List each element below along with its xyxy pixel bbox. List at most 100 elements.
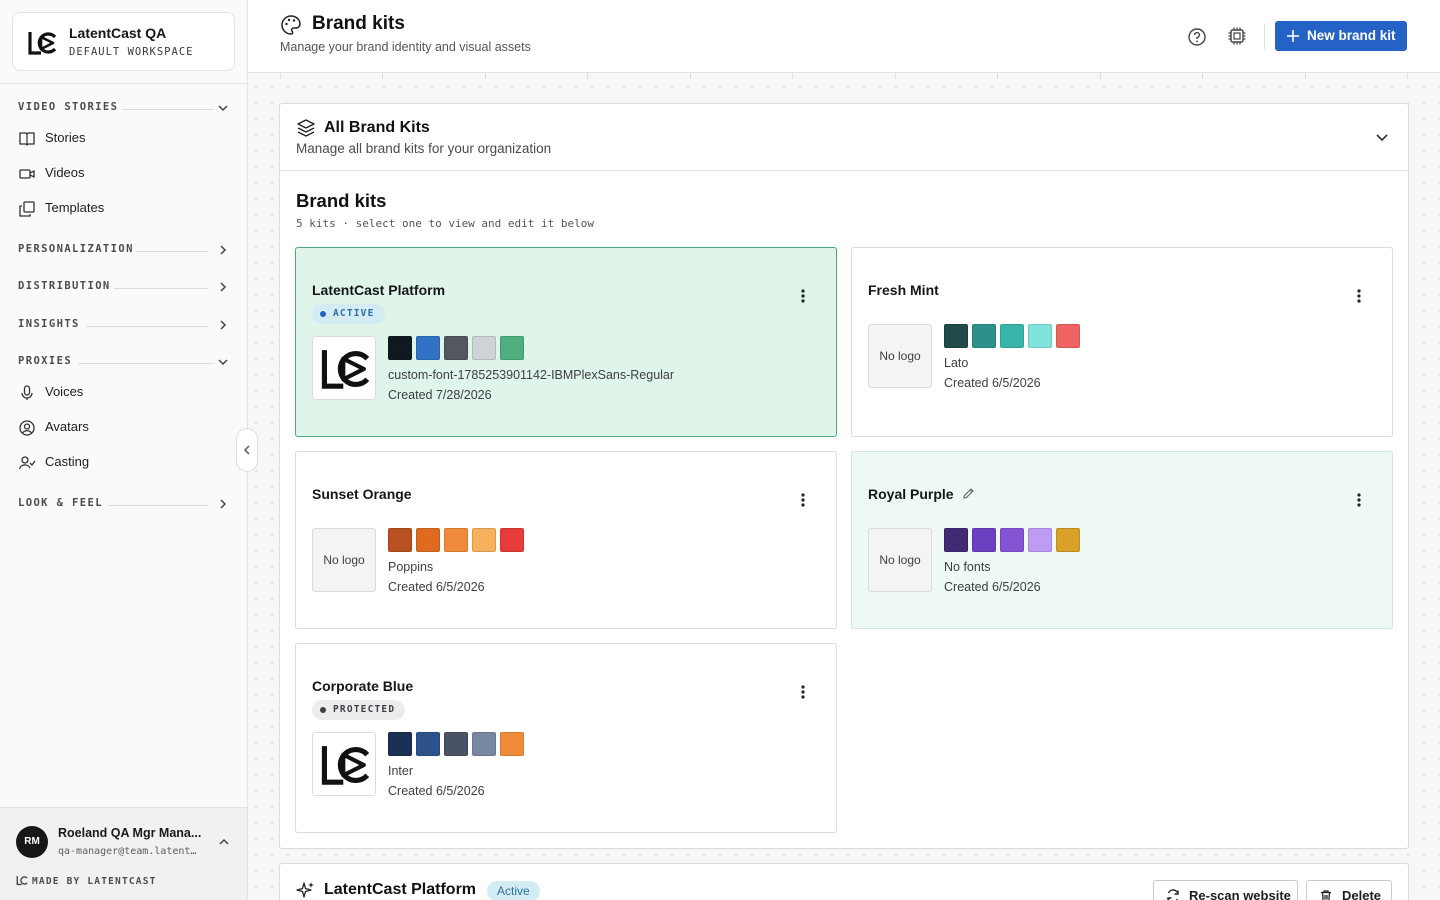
color-swatch[interactable] xyxy=(388,528,412,552)
book-icon xyxy=(19,132,35,146)
color-swatch[interactable] xyxy=(472,528,496,552)
all-brand-kits-panel: All Brand Kits Manage all brand kits for… xyxy=(279,103,1409,849)
latentcast-logo-icon xyxy=(321,746,370,785)
color-swatch[interactable] xyxy=(1000,324,1024,348)
color-swatch[interactable] xyxy=(444,528,468,552)
brand-kit-card[interactable]: Sunset Orange No logo Poppins Created 6/… xyxy=(295,451,837,629)
pencil-icon[interactable] xyxy=(962,487,975,500)
section-personalization[interactable]: PERSONALIZATION xyxy=(18,243,230,259)
help-icon[interactable] xyxy=(1187,27,1207,47)
delete-button[interactable]: Delete xyxy=(1306,880,1392,900)
layers-icon xyxy=(297,119,315,137)
sidebar-item-voices[interactable]: Voices xyxy=(18,380,230,406)
section-proxies[interactable]: PROXIES xyxy=(18,355,230,371)
brand-kit-name: Royal Purple xyxy=(868,486,954,502)
section-look-and-feel[interactable]: LOOK & FEEL xyxy=(18,497,230,513)
brand-kit-name-row: Royal Purple xyxy=(868,486,975,502)
sidebar-item-label: Templates xyxy=(45,200,105,215)
brand-kit-logo-placeholder: No logo xyxy=(312,528,376,592)
brand-kit-detail-panel: LatentCast Platform Active Re-scan websi… xyxy=(279,863,1409,900)
brand-kit-font: custom-font-1785253901142-IBMPlexSans-Re… xyxy=(388,368,675,382)
avatar: RM xyxy=(16,826,48,858)
sidebar-item-label: Videos xyxy=(45,165,85,180)
rescan-label: Re-scan website xyxy=(1189,888,1291,900)
brand-kit-card[interactable]: Royal Purple No logo No fonts Created 6/… xyxy=(851,451,1393,629)
brand-kit-logo-placeholder: No logo xyxy=(868,528,932,592)
chevron-right-icon xyxy=(220,245,227,255)
chevron-down-icon[interactable] xyxy=(1374,129,1390,145)
sidebar-item-label: Voices xyxy=(45,384,84,399)
color-swatch[interactable] xyxy=(500,732,524,756)
color-swatches xyxy=(388,336,528,360)
sidebar-item-casting[interactable]: Casting xyxy=(18,450,230,476)
color-swatch[interactable] xyxy=(944,324,968,348)
detail-title: LatentCast Platform xyxy=(324,881,477,898)
sidebar-item-stories[interactable]: Stories xyxy=(18,126,230,152)
brand-kit-font: Lato xyxy=(944,356,969,370)
color-swatch[interactable] xyxy=(472,732,496,756)
status-badge-label: ACTIVE xyxy=(333,308,375,319)
sidebar-item-videos[interactable]: Videos xyxy=(18,161,230,187)
color-swatch[interactable] xyxy=(388,336,412,360)
color-swatch[interactable] xyxy=(1028,324,1052,348)
delete-label: Delete xyxy=(1342,888,1382,900)
brand-kit-logo xyxy=(312,336,376,400)
color-swatch[interactable] xyxy=(944,528,968,552)
header-separator xyxy=(1264,24,1265,50)
microphone-icon xyxy=(21,385,33,400)
section-distribution[interactable]: DISTRIBUTION xyxy=(18,280,230,296)
panel-title: All Brand Kits xyxy=(324,119,430,136)
color-swatch[interactable] xyxy=(416,336,440,360)
section-label: LOOK & FEEL xyxy=(18,497,103,509)
video-camera-icon xyxy=(19,169,35,179)
color-swatch[interactable] xyxy=(500,528,524,552)
sidebar-item-templates[interactable]: Templates xyxy=(18,196,230,222)
sidebar-item-label: Avatars xyxy=(45,419,89,434)
color-swatch[interactable] xyxy=(500,336,524,360)
user-menu[interactable]: RM Roeland QA Mgr Mana... qa-manager@tea… xyxy=(0,807,247,900)
brand-kit-card[interactable]: Fresh Mint No logo Lato Created 6/5/2026 xyxy=(851,247,1393,437)
workspace-switcher[interactable]: LatentCast QA DEFAULT WORKSPACE xyxy=(12,12,235,71)
more-vertical-icon[interactable] xyxy=(1352,288,1366,304)
latentcast-logo-icon xyxy=(28,32,57,55)
color-swatch[interactable] xyxy=(972,324,996,348)
color-swatch[interactable] xyxy=(1000,528,1024,552)
more-vertical-icon[interactable] xyxy=(796,684,810,700)
sidebar-item-avatars[interactable]: Avatars xyxy=(18,415,230,441)
more-vertical-icon[interactable] xyxy=(1352,492,1366,508)
color-swatch[interactable] xyxy=(1056,528,1080,552)
color-swatch[interactable] xyxy=(416,732,440,756)
collapse-sidebar-button[interactable] xyxy=(236,428,258,472)
brand-kit-card[interactable]: LatentCast Platform ACTIVE custom-font-1… xyxy=(295,247,837,437)
chevron-right-icon xyxy=(220,282,227,292)
brand-kit-created: Created 6/5/2026 xyxy=(944,376,1041,390)
made-by-footer: MADE BY LATENTCAST xyxy=(16,875,157,887)
more-vertical-icon[interactable] xyxy=(796,492,810,508)
palette-icon xyxy=(281,15,301,35)
color-swatch[interactable] xyxy=(1056,324,1080,348)
rescan-website-button[interactable]: Re-scan website xyxy=(1153,880,1298,900)
section-video-stories[interactable]: VIDEO STORIES xyxy=(18,101,230,117)
brand-kit-card[interactable]: Corporate Blue PROTECTED Inter Created 6… xyxy=(295,643,837,833)
color-swatch[interactable] xyxy=(444,336,468,360)
new-brand-kit-button[interactable]: New brand kit xyxy=(1275,21,1407,51)
color-swatch[interactable] xyxy=(388,732,412,756)
more-vertical-icon[interactable] xyxy=(796,288,810,304)
user-name: Roeland QA Mgr Mana... xyxy=(58,826,202,840)
color-swatches xyxy=(944,324,1084,348)
color-swatch[interactable] xyxy=(444,732,468,756)
panel-header[interactable]: All Brand Kits Manage all brand kits for… xyxy=(280,104,1408,171)
section-insights[interactable]: INSIGHTS xyxy=(18,318,230,334)
protected-badge: PROTECTED xyxy=(312,700,406,720)
section-rule xyxy=(108,505,208,506)
sidebar: LatentCast QA DEFAULT WORKSPACE VIDEO ST… xyxy=(0,0,248,900)
color-swatch[interactable] xyxy=(416,528,440,552)
color-swatch[interactable] xyxy=(972,528,996,552)
protected-badge-label: PROTECTED xyxy=(333,704,396,715)
color-swatch[interactable] xyxy=(1028,528,1052,552)
user-check-icon xyxy=(18,456,36,470)
color-swatch[interactable] xyxy=(472,336,496,360)
chevron-left-icon xyxy=(243,445,250,455)
sidebar-divider xyxy=(0,83,247,84)
cpu-chip-icon[interactable] xyxy=(1227,26,1247,46)
